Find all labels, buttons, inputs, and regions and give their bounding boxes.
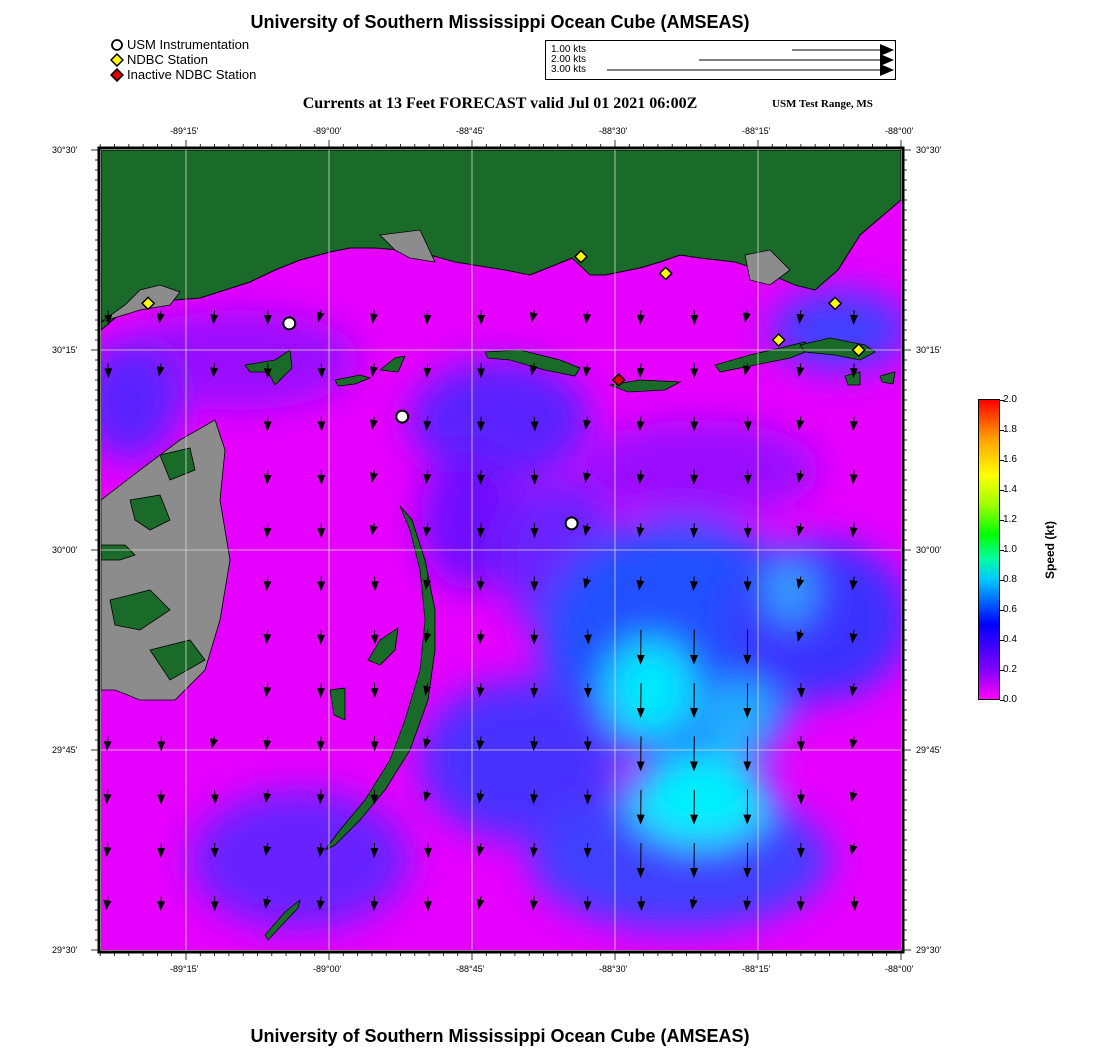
scale-arrows: [607, 44, 894, 76]
lon-label-bottom: -89°00': [313, 964, 342, 974]
usm-instrument-marker: [395, 409, 410, 424]
lon-label-bottom: -89°15': [170, 964, 199, 974]
current-vector-arrow: [743, 416, 752, 432]
lat-label-left: 29°30': [52, 945, 78, 955]
colorbar-tick: 1.4: [1000, 484, 1017, 495]
lon-label-bottom: -88°30': [599, 964, 628, 974]
legend-label: USM Instrumentation: [127, 37, 250, 52]
lon-label-bottom: -88°15': [742, 964, 771, 974]
current-vector-arrow: [476, 523, 485, 538]
current-vector-arrow: [797, 683, 806, 698]
lat-label-right: 29°30': [916, 945, 942, 955]
legend-label: Inactive NDBC Station: [127, 67, 257, 82]
colorbar-tick: 1.6: [1000, 454, 1017, 465]
yellow-diamond-icon: [110, 52, 124, 67]
current-vector-arrow: [157, 896, 166, 912]
legend-item-inactive-ndbc: Inactive NDBC Station: [110, 67, 256, 82]
lat-label-left: 30°00': [52, 545, 78, 555]
current-vector-arrow: [317, 363, 326, 379]
usm-instrument-marker: [282, 316, 297, 331]
current-vector-arrow: [583, 629, 592, 645]
usm-instrument-marker: [564, 516, 579, 531]
lat-label-left: 30°15': [52, 345, 78, 355]
lon-label-top: -88°15': [742, 126, 771, 136]
current-vector-arrow: [210, 789, 219, 805]
map-canvas: [91, 140, 911, 960]
lon-label-top: -88°30': [599, 126, 628, 136]
lat-label-right: 30°00': [916, 545, 942, 555]
lon-label-top: -88°00': [885, 126, 914, 136]
map-legend: USM Instrumentation NDBC Station Inactiv…: [110, 37, 256, 82]
current-vector-arrow: [476, 469, 485, 485]
lat-label-right: 29°45': [916, 745, 942, 755]
current-vector-arrow: [690, 523, 699, 539]
legend-item-ndbc: NDBC Station: [110, 52, 256, 67]
colorbar-tick: 0.8: [1000, 574, 1017, 585]
red-diamond-icon: [110, 67, 124, 82]
current-vector-arrow: [370, 896, 379, 912]
current-vector-arrow: [850, 896, 859, 912]
lon-label-top: -89°00': [313, 126, 342, 136]
white-circle-icon: [111, 38, 123, 51]
colorbar-tick: 0.0: [1000, 694, 1017, 705]
colorbar-tick: 0.2: [1000, 664, 1017, 675]
current-vector-arrow: [370, 576, 379, 592]
current-vector-arrow: [104, 309, 113, 325]
colorbar-tick: 1.0: [1000, 544, 1017, 555]
speed-colorbar: [978, 399, 1000, 700]
page-title: University of Southern Mississippi Ocean…: [250, 12, 750, 32]
lon-label-bottom: -88°00': [885, 964, 914, 974]
lat-label-left: 30°30': [52, 145, 78, 155]
current-vector-arrow: [530, 736, 539, 752]
current-vector-arrow: [530, 416, 539, 432]
current-vector-arrow: [316, 683, 325, 698]
legend-label: NDBC Station: [127, 52, 208, 67]
current-vector-arrow: [424, 842, 433, 858]
legend-item-usm: USM Instrumentation: [110, 37, 256, 52]
colorbar-tick: 0.4: [1000, 634, 1017, 645]
footer-title: University of Southern Mississippi Ocean…: [250, 1026, 750, 1046]
colorbar-label: Speed (kt): [1043, 520, 1057, 580]
colorbar-tick: 2.0: [1000, 394, 1017, 405]
current-vector-arrow: [263, 469, 272, 485]
current-vector-arrow: [636, 309, 645, 325]
lat-label-left: 29°45': [52, 745, 78, 755]
lon-label-bottom: -88°45': [456, 964, 485, 974]
colorbar-tick: 0.6: [1000, 604, 1017, 615]
colorbar-tick: 1.8: [1000, 424, 1017, 435]
lon-label-top: -88°45': [456, 126, 485, 136]
current-vector-arrow: [849, 363, 858, 379]
region-label: USM Test Range, MS: [772, 98, 873, 110]
lon-label-top: -89°15': [170, 126, 199, 136]
lat-label-right: 30°30': [916, 145, 942, 155]
current-vector-arrow: [849, 309, 858, 325]
colorbar-tick: 1.2: [1000, 514, 1017, 525]
vector-scale: 1.00 kts 2.00 kts 3.00 kts: [545, 40, 896, 80]
lat-label-right: 30°15': [916, 345, 942, 355]
